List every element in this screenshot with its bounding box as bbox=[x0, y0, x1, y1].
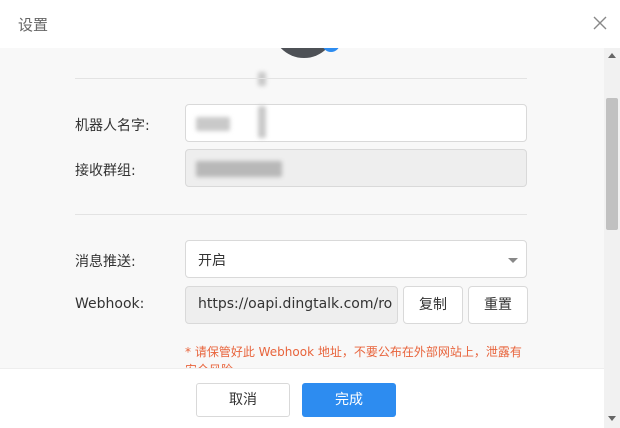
divider bbox=[75, 214, 527, 215]
done-button[interactable]: 完成 bbox=[302, 383, 396, 417]
dialog-header: 设置 bbox=[0, 0, 620, 48]
dialog-body: 机器人名字: 接收群组: 消息推送: 开启 Webhook: https://o… bbox=[0, 48, 604, 368]
cancel-button[interactable]: 取消 bbox=[196, 383, 290, 417]
group-label: 接收群组: bbox=[75, 163, 136, 179]
scrollbar[interactable] bbox=[604, 48, 620, 428]
settings-dialog: 设置 机器人名字: 接收群组: 消息推送: 开启 Webhook: https:… bbox=[0, 0, 620, 428]
robot-name-input[interactable] bbox=[185, 104, 527, 142]
webhook-field: https://oapi.dingtalk.com/ro bbox=[185, 286, 398, 324]
webhook-warning: * 请保管好此 Webhook 地址，不要公布在外部网站上，泄露有安全风险 bbox=[185, 345, 522, 368]
scroll-down-icon[interactable] bbox=[608, 416, 616, 421]
chevron-down-icon bbox=[508, 258, 518, 263]
avatar-badge bbox=[322, 48, 340, 52]
scrollbar-thumb[interactable] bbox=[606, 98, 618, 230]
push-label: 消息推送: bbox=[75, 254, 136, 270]
divider bbox=[75, 78, 527, 79]
dialog-footer: 取消 完成 bbox=[0, 368, 604, 428]
dialog-title: 设置 bbox=[18, 16, 49, 34]
group-field bbox=[185, 149, 527, 187]
redacted-group bbox=[196, 161, 282, 177]
webhook-label: Webhook: bbox=[75, 296, 145, 312]
redacted-robot-name bbox=[196, 117, 230, 131]
push-value: 开启 bbox=[198, 253, 226, 269]
close-icon[interactable] bbox=[592, 15, 608, 31]
copy-button[interactable]: 复制 bbox=[403, 286, 463, 324]
reset-button[interactable]: 重置 bbox=[468, 286, 528, 324]
push-select[interactable]: 开启 bbox=[185, 240, 527, 278]
redacted-text bbox=[258, 72, 266, 86]
webhook-value: https://oapi.dingtalk.com/ro bbox=[198, 296, 393, 312]
scroll-up-icon[interactable] bbox=[608, 53, 616, 58]
redacted-text bbox=[258, 106, 266, 138]
robot-name-label: 机器人名字: bbox=[75, 118, 150, 134]
